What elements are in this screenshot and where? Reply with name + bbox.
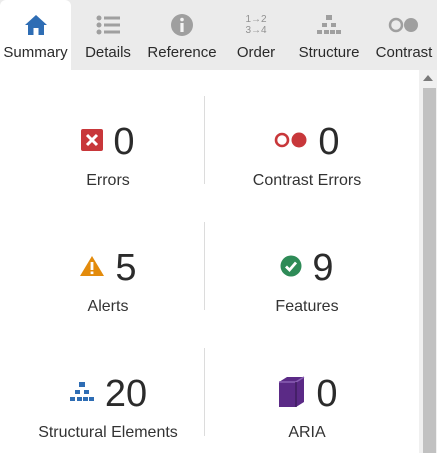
contrast-errors-icon: [274, 131, 308, 154]
tab-contrast-label: Contrast: [375, 44, 433, 61]
list-icon: [95, 12, 121, 38]
features-summary[interactable]: 9 Features: [207, 244, 407, 334]
features-count: 9: [312, 247, 334, 289]
errors-label: Errors: [86, 172, 130, 189]
order-icon-top: 1→2: [245, 14, 267, 25]
tab-reference[interactable]: Reference: [144, 0, 220, 70]
tab-details[interactable]: Details: [79, 0, 137, 70]
aria-cube-icon: [276, 375, 306, 413]
alert-triangle-icon: [79, 255, 105, 282]
vertical-scrollbar[interactable]: [419, 70, 437, 453]
error-x-icon: [81, 128, 104, 156]
summary-panel: 0 Errors 0 Contrast Errors 5 Alerts 9 Fe…: [0, 70, 419, 453]
alerts-count: 5: [115, 247, 137, 289]
contrast-icon: [388, 12, 420, 38]
contrast-errors-label: Contrast Errors: [252, 172, 362, 189]
feature-check-icon: [280, 255, 302, 282]
aria-label: ARIA: [288, 424, 326, 441]
scrollbar-thumb[interactable]: [423, 88, 436, 453]
structural-elements-summary[interactable]: 20 Structural Elements: [8, 370, 208, 460]
tab-structure-label: Structure: [298, 44, 360, 61]
structure-icon: [316, 12, 342, 38]
errors-count: 0: [113, 121, 135, 163]
order-icon-bottom: 3→4: [245, 25, 267, 36]
tab-order[interactable]: 1→2 3→4 Order: [232, 0, 280, 70]
tab-summary[interactable]: Summary: [0, 0, 71, 70]
scroll-up-arrow-icon[interactable]: [419, 70, 437, 86]
tab-summary-label: Summary: [3, 44, 68, 61]
home-icon: [24, 12, 48, 38]
alerts-summary[interactable]: 5 Alerts: [8, 244, 208, 334]
tab-order-label: Order: [236, 44, 276, 61]
tab-structure[interactable]: Structure: [295, 0, 363, 70]
contrast-errors-summary[interactable]: 0 Contrast Errors: [207, 118, 407, 208]
alerts-label: Alerts: [87, 298, 129, 315]
structural-label: Structural Elements: [38, 424, 178, 441]
aria-count: 0: [316, 373, 338, 415]
errors-summary[interactable]: 0 Errors: [8, 118, 208, 208]
tab-details-label: Details: [85, 44, 131, 61]
order-icon: 1→2 3→4: [245, 12, 266, 38]
info-icon: [170, 12, 194, 38]
features-label: Features: [275, 298, 339, 315]
tab-reference-label: Reference: [147, 44, 217, 61]
aria-summary[interactable]: 0 ARIA: [207, 370, 407, 460]
tab-bar: Summary Details Reference 1→2 3→4 Order: [0, 0, 437, 70]
structure-icon: [69, 381, 95, 408]
contrast-errors-count: 0: [318, 121, 340, 163]
tab-contrast[interactable]: Contrast: [371, 0, 437, 70]
structural-count: 20: [104, 373, 148, 415]
